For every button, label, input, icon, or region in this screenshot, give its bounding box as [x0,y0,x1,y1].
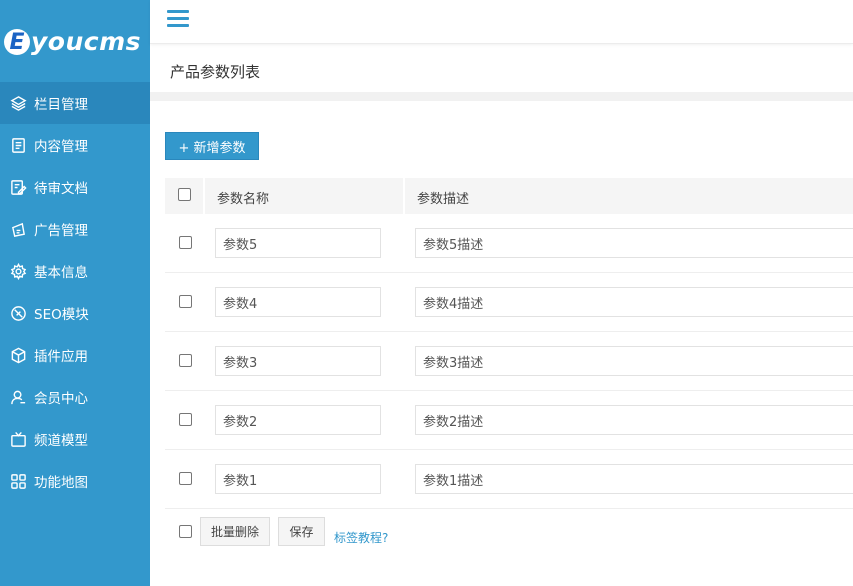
divider [150,92,853,101]
sidebar-item-label: 会员中心 [34,391,88,407]
sidebar-menu: 栏目管理 内容管理 待审文档 广告管理 基本信息 SEO模块 插件应用 会员中心… [0,82,150,502]
param-description-input[interactable]: 参数3描述 [415,346,853,376]
row-checkbox[interactable] [179,472,192,485]
column-header-name: 参数名称 [217,192,270,207]
seo-icon [0,305,34,322]
tag-tutorial-link[interactable]: 标签教程? [334,529,388,546]
param-description-input[interactable]: 参数2描述 [415,405,853,435]
sidebar-item-label: 栏目管理 [34,97,88,113]
sidebar-item-content[interactable]: 内容管理 [0,124,150,166]
sidebar-item-category[interactable]: 栏目管理 [0,82,150,124]
row-checkbox[interactable] [179,413,192,426]
param-description-input[interactable]: 参数1描述 [415,464,853,494]
tv-icon [0,431,34,448]
sidebar-item-label: SEO模块 [34,307,89,323]
column-header-description: 参数描述 [417,192,470,207]
save-button[interactable]: 保存 [278,517,325,546]
row-checkbox[interactable] [179,236,192,249]
param-name-input[interactable]: 参数4 [215,287,381,317]
param-name-input[interactable]: 参数5 [215,228,381,258]
ad-icon [0,221,34,238]
table-row: 参数1 参数1描述 [165,450,853,509]
add-parameter-button[interactable]: + 新增参数 [165,132,259,160]
sidebar-item-label: 基本信息 [34,265,88,281]
user-icon [0,389,34,406]
package-icon [0,347,34,364]
param-name-input[interactable]: 参数2 [215,405,381,435]
sidebar-item-seo[interactable]: SEO模块 [0,292,150,334]
sidebar-item-members[interactable]: 会员中心 [0,376,150,418]
sidebar-item-channel-model[interactable]: 频道模型 [0,418,150,460]
param-name-input[interactable]: 参数3 [215,346,381,376]
param-description-input[interactable]: 参数5描述 [415,228,853,258]
table-row: 参数4 参数4描述 [165,273,853,332]
document-icon [0,137,34,154]
sidebar-item-basic-info[interactable]: 基本信息 [0,250,150,292]
logo-text: youcms [31,26,142,56]
sidebar-item-label: 功能地图 [34,475,88,491]
sidebar-item-pending[interactable]: 待审文档 [0,166,150,208]
sidebar: E youcms 栏目管理 内容管理 待审文档 广告管理 基本信息 SEO模块 [0,0,150,586]
sidebar-item-label: 内容管理 [34,139,88,155]
page-title: 产品参数列表 [170,62,261,81]
column-divider [203,178,205,214]
sidebar-item-label: 待审文档 [34,181,88,197]
sidebar-item-label: 插件应用 [34,349,88,365]
logo[interactable]: E youcms [0,0,150,82]
gear-icon [0,262,34,280]
row-checkbox[interactable] [179,295,192,308]
sidebar-item-label: 频道模型 [34,433,88,449]
sidebar-item-ads[interactable]: 广告管理 [0,208,150,250]
top-bar [150,0,853,44]
edit-document-icon [0,179,34,196]
table-row: 参数2 参数2描述 [165,391,853,450]
param-name-input[interactable]: 参数1 [215,464,381,494]
logo-mark: E [4,29,30,55]
batch-delete-button[interactable]: 批量删除 [200,517,270,546]
sidebar-item-label: 广告管理 [34,223,88,239]
table-header: 参数名称 参数描述 [165,178,853,214]
select-all-checkbox[interactable] [178,188,191,201]
layers-icon [0,95,34,112]
row-checkbox[interactable] [179,354,192,367]
sidebar-item-feature-map[interactable]: 功能地图 [0,460,150,502]
column-divider [403,178,405,214]
grid-icon [0,473,34,490]
sidebar-item-plugins[interactable]: 插件应用 [0,334,150,376]
table-row: 参数3 参数3描述 [165,332,853,391]
footer-select-all-checkbox[interactable] [179,525,192,538]
param-description-input[interactable]: 参数4描述 [415,287,853,317]
table-row: 参数5 参数5描述 [165,214,853,273]
menu-toggle-icon[interactable] [167,10,189,28]
